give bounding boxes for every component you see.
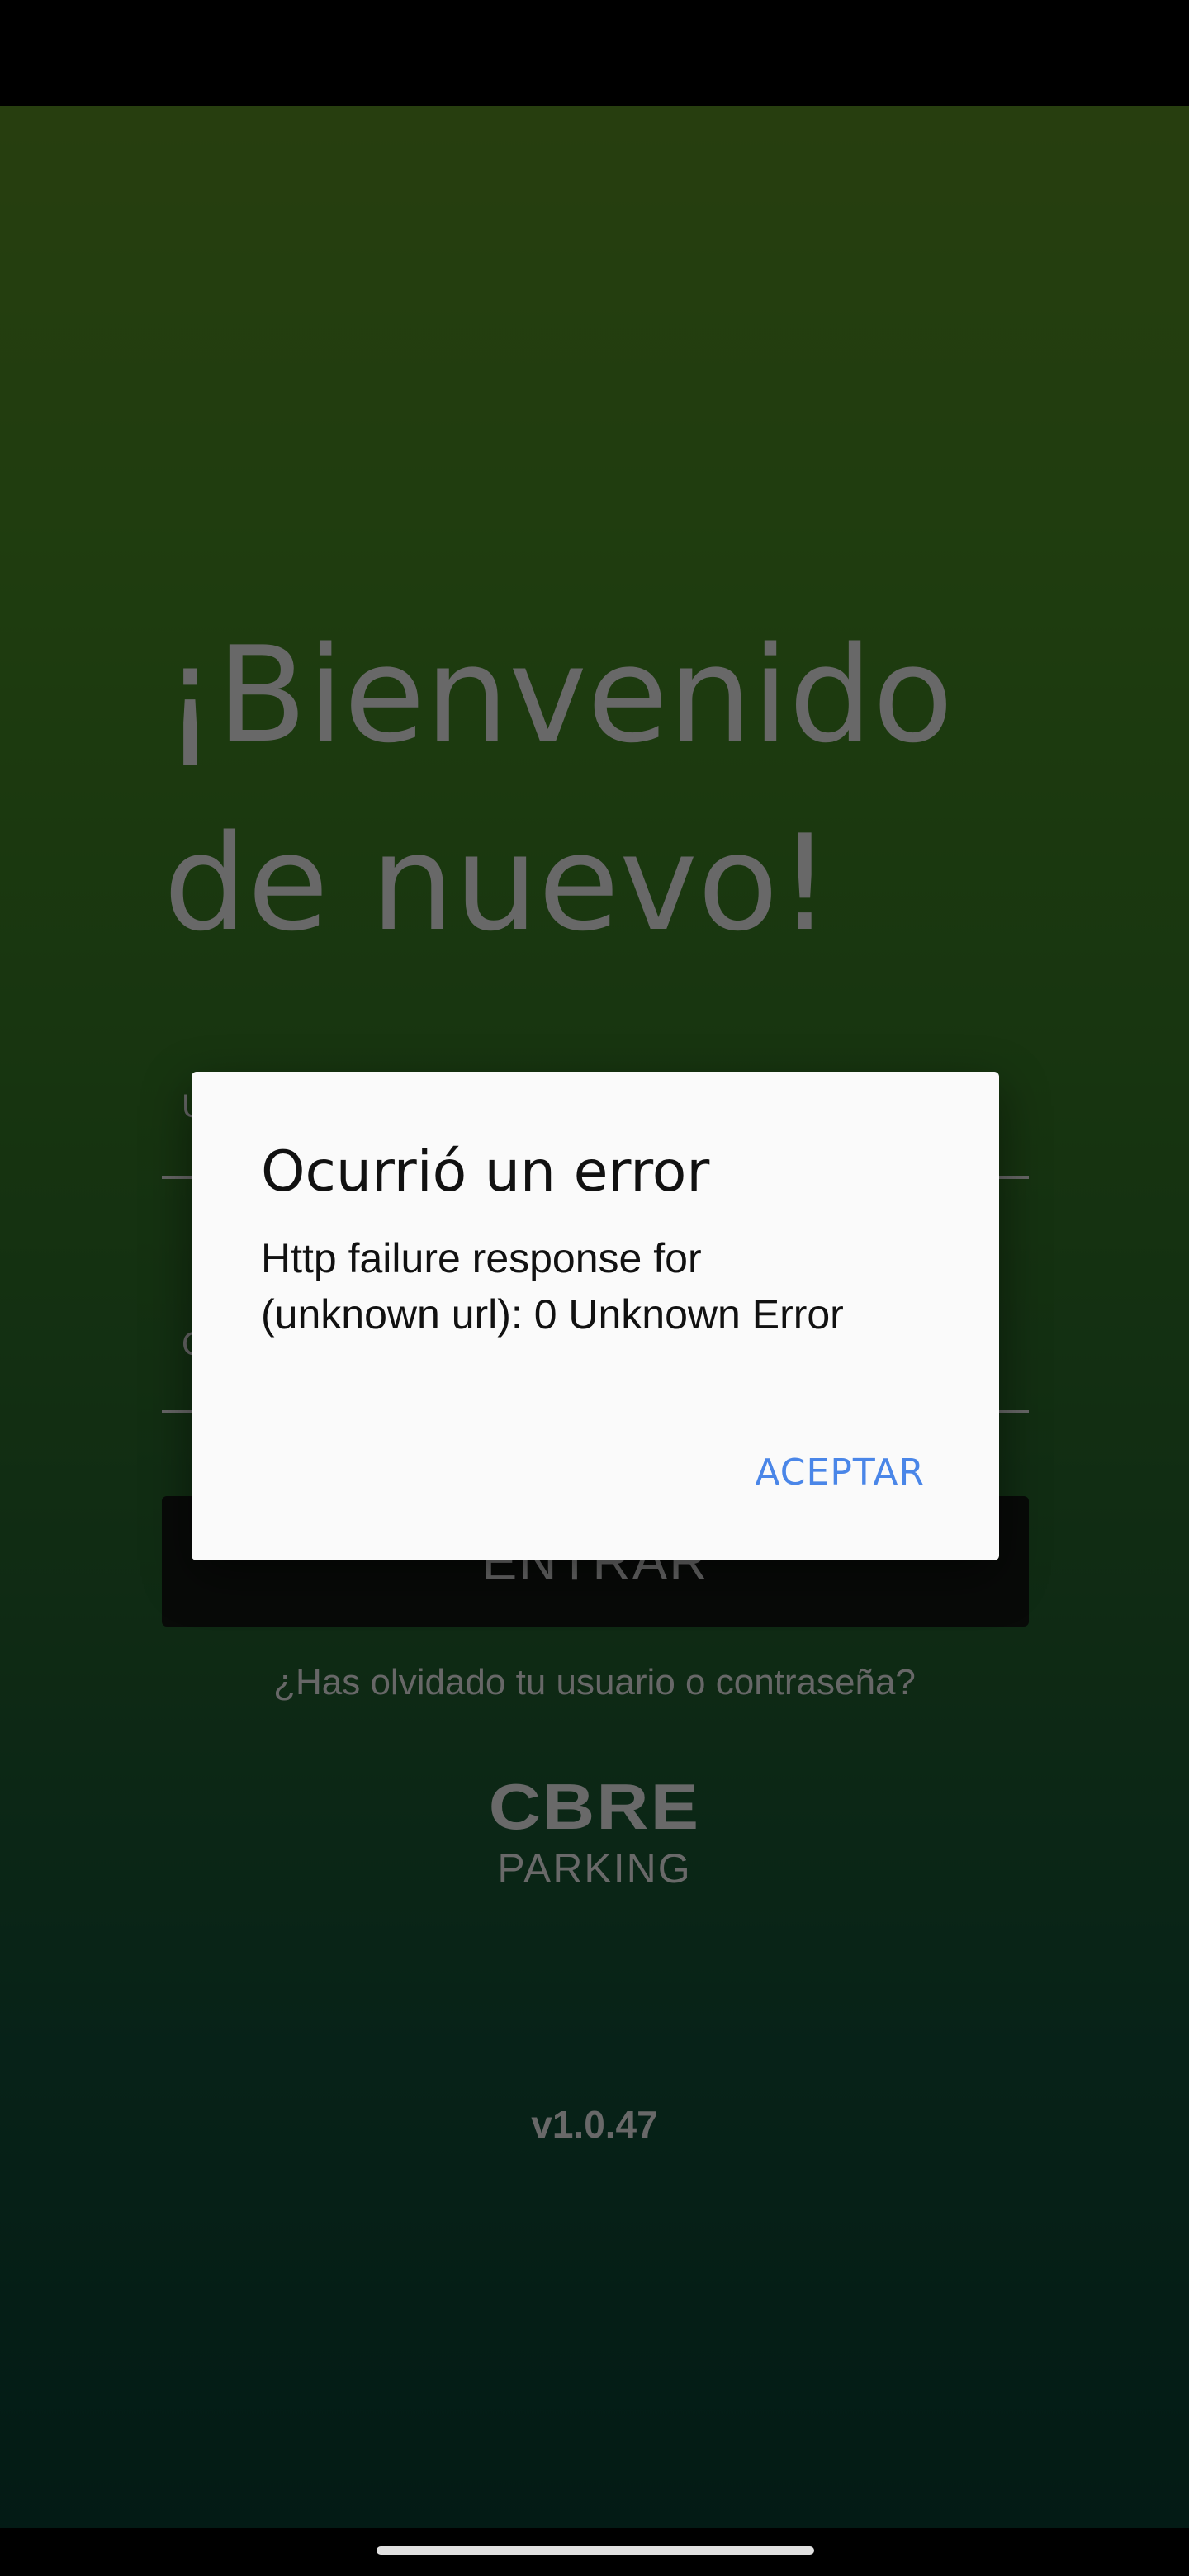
accept-button[interactable]: ACEPTAR [755,1451,925,1494]
status-bar [0,0,1189,106]
dialog-message: Http failure response for (unknown url):… [261,1230,946,1342]
home-indicator[interactable] [377,2546,814,2555]
dialog-message-line-1: Http failure response for [261,1235,702,1281]
dialog-title: Ocurrió un error [261,1139,710,1205]
navigation-bar [0,2528,1189,2576]
error-dialog: Ocurrió un error Http failure response f… [192,1072,999,1560]
dialog-message-line-2: (unknown url): 0 Unknown Error [261,1291,844,1338]
